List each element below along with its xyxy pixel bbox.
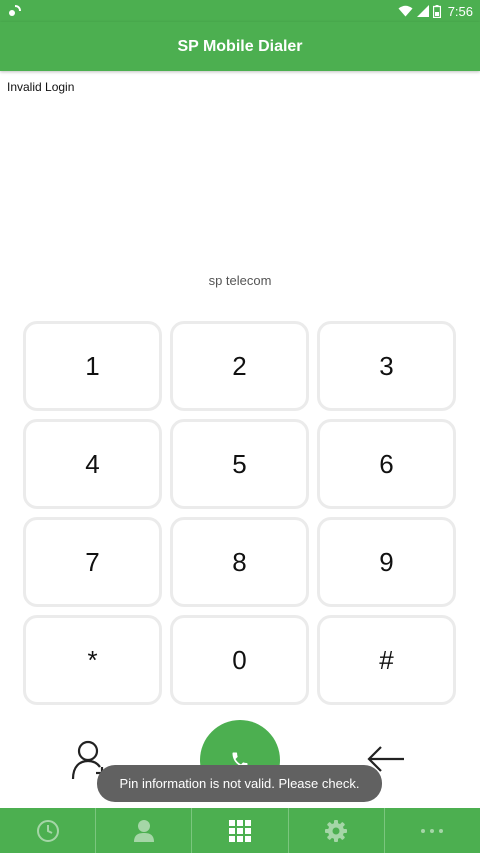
key-0[interactable]: 0 bbox=[170, 615, 309, 705]
login-status-text: Invalid Login bbox=[7, 80, 75, 94]
key-1[interactable]: 1 bbox=[23, 321, 162, 411]
wifi-icon bbox=[398, 5, 413, 17]
provider-name: sp telecom bbox=[208, 273, 272, 288]
key-9[interactable]: 9 bbox=[317, 517, 456, 607]
app-bar: SP Mobile Dialer bbox=[0, 22, 480, 71]
key-2[interactable]: 2 bbox=[170, 321, 309, 411]
app-notification-icon bbox=[9, 5, 21, 16]
nav-more[interactable] bbox=[385, 808, 480, 853]
key-5[interactable]: 5 bbox=[170, 419, 309, 509]
key-3[interactable]: 3 bbox=[317, 321, 456, 411]
more-icon bbox=[421, 828, 444, 833]
recent-icon bbox=[36, 819, 59, 842]
contacts-icon bbox=[133, 819, 154, 842]
nav-contacts[interactable] bbox=[96, 808, 193, 853]
page-title: SP Mobile Dialer bbox=[177, 37, 303, 55]
nav-settings[interactable] bbox=[289, 808, 385, 853]
toast-message: Pin information is not valid. Please che… bbox=[97, 765, 382, 802]
key-6[interactable]: 6 bbox=[317, 419, 456, 509]
key-4[interactable]: 4 bbox=[23, 419, 162, 509]
key-8[interactable]: 8 bbox=[170, 517, 309, 607]
nav-recent[interactable] bbox=[0, 808, 97, 853]
key-hash[interactable]: # bbox=[317, 615, 456, 705]
settings-icon bbox=[325, 819, 348, 842]
key-star[interactable]: * bbox=[23, 615, 162, 705]
keypad: 1 2 3 4 5 6 7 8 9 * 0 # bbox=[23, 321, 457, 705]
status-bar: 7:56 bbox=[0, 0, 480, 22]
nav-dialpad[interactable] bbox=[192, 808, 289, 853]
battery-icon bbox=[432, 4, 441, 18]
dialpad-icon bbox=[229, 819, 251, 842]
bottom-nav bbox=[0, 808, 480, 853]
clock: 7:56 bbox=[447, 3, 473, 19]
signal-icon bbox=[416, 5, 429, 17]
key-7[interactable]: 7 bbox=[23, 517, 162, 607]
